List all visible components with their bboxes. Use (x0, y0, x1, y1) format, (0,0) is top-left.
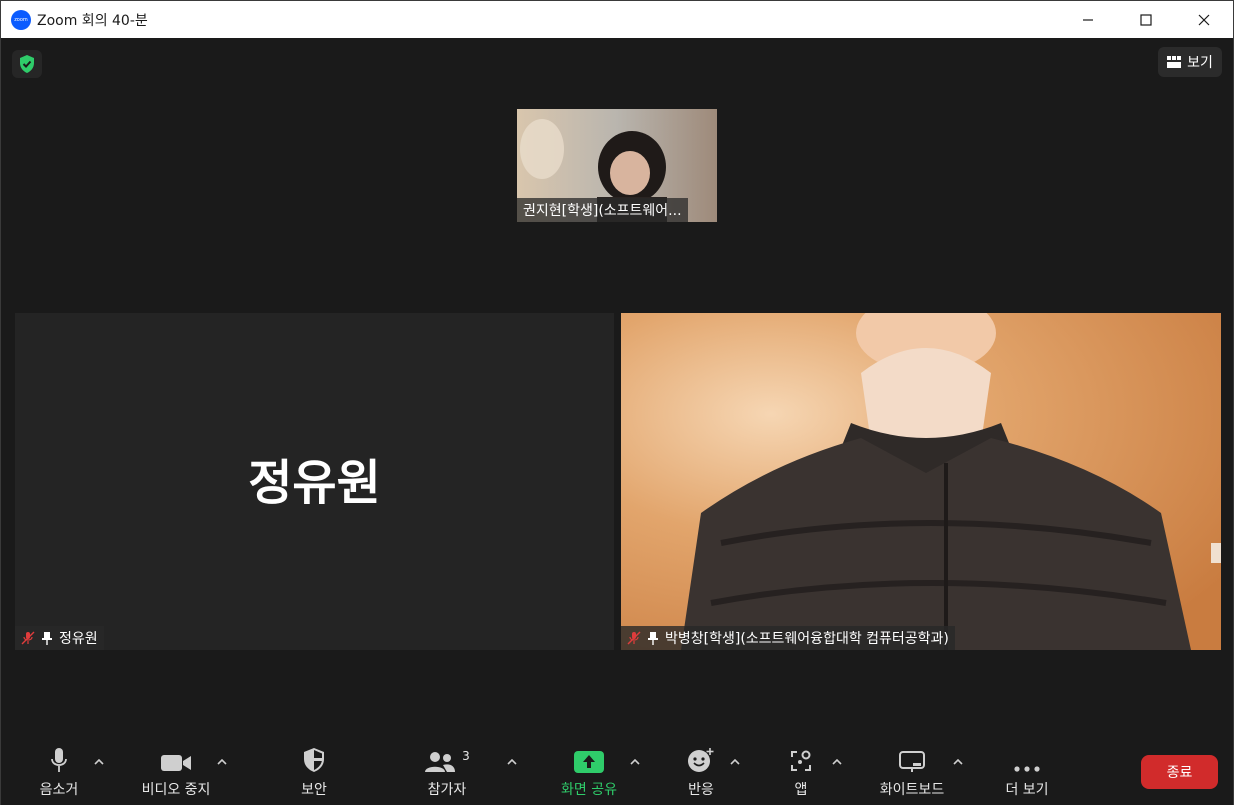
apps-button[interactable]: 앱 (781, 743, 821, 805)
view-button-label: 보기 (1187, 55, 1213, 71)
mic-muted-icon (21, 631, 35, 645)
chevron-up-icon (832, 759, 842, 765)
shield-icon (304, 748, 324, 772)
chevron-up-icon (217, 759, 227, 765)
participant-video (621, 313, 1221, 650)
chevron-up-icon (630, 759, 640, 765)
stop-video-button[interactable]: 비디오 중지 (131, 743, 221, 805)
participant-tile-left[interactable]: 정유원 정유원 (15, 313, 614, 650)
grid-icon (1167, 56, 1182, 68)
share-options-caret[interactable] (628, 755, 642, 769)
reactions-options-caret[interactable] (728, 755, 742, 769)
minimize-icon (1083, 18, 1093, 21)
meeting-security-indicator[interactable] (12, 50, 42, 78)
end-meeting-button[interactable]: 종료 (1141, 755, 1218, 789)
participants-options-caret[interactable] (505, 755, 519, 769)
meeting-toolbar: 음소거 비디오 중지 보안 3 참가자 화면 공유 반응 앱 화이트보드 더 보… (1, 743, 1233, 805)
participant-tile-right[interactable]: 박병창[학생](소프트웨어융합대학 컴퓨터공학과) (621, 313, 1221, 650)
security-label: 보안 (301, 782, 327, 798)
apps-options-caret[interactable] (830, 755, 844, 769)
shield-check-icon (20, 55, 34, 73)
chevron-up-icon (507, 759, 517, 765)
maximize-icon (1140, 13, 1152, 26)
audio-options-caret[interactable] (92, 755, 106, 769)
close-icon (1198, 14, 1210, 25)
mic-muted-icon (627, 631, 641, 645)
thumbnail-name-label: 권지현[학생](소프트웨어... (517, 198, 688, 222)
view-button[interactable]: 보기 (1158, 47, 1222, 77)
whiteboard-label: 화이트보드 (879, 782, 945, 798)
chevron-up-icon (953, 759, 963, 765)
zoom-logo-text: zoom (14, 16, 28, 23)
chevron-up-icon (730, 759, 740, 765)
minimize-button[interactable] (1059, 1, 1117, 38)
pin-icon (42, 632, 52, 645)
apps-icon (791, 750, 811, 771)
title-bar: zoom Zoom 회의 40-분 (1, 1, 1233, 38)
participant-name-label: 정유원 (59, 631, 98, 647)
participant-name-label: 박병창[학생](소프트웨어융합대학 컴퓨터공학과) (665, 631, 949, 647)
whiteboard-button[interactable]: 화이트보드 (869, 743, 955, 805)
participants-button[interactable]: 3 참가자 (415, 743, 479, 805)
window-controls (1059, 1, 1233, 38)
participant-name-tag: 박병창[학생](소프트웨어융합대학 컴퓨터공학과) (621, 626, 955, 650)
share-label: 화면 공유 (561, 782, 617, 798)
whiteboard-icon (899, 751, 925, 772)
zoom-logo-icon: zoom (11, 9, 31, 30)
more-dots-icon (1014, 766, 1040, 772)
participant-display-name: 정유원 (248, 454, 381, 511)
participant-name-tag: 정유원 (15, 626, 104, 650)
apps-label: 앱 (794, 782, 808, 798)
mute-button[interactable]: 음소거 (29, 743, 89, 805)
meeting-area: 보기 권지현[학생](소프트웨어... 정유원 정유원 박병창[학생](소프트웨… (1, 38, 1233, 805)
participants-label: 참가자 (427, 782, 467, 798)
chevron-up-icon (94, 759, 104, 765)
reactions-button[interactable]: 반응 (677, 743, 725, 805)
zoom-window: zoom Zoom 회의 40-분 보기 권지현[학생](소프트웨어... 정유… (0, 0, 1234, 805)
more-label: 더 보기 (1005, 782, 1049, 798)
emoji-reaction-icon (688, 748, 714, 772)
security-button[interactable]: 보안 (284, 743, 344, 805)
mute-label: 음소거 (39, 782, 79, 798)
participant-thumbnail[interactable]: 권지현[학생](소프트웨어... (517, 109, 717, 222)
video-options-caret[interactable] (215, 755, 229, 769)
window-title: Zoom 회의 40-분 (37, 12, 148, 29)
reactions-label: 반응 (688, 782, 714, 798)
video-label: 비디오 중지 (141, 782, 211, 798)
share-screen-button[interactable]: 화면 공유 (552, 743, 626, 805)
more-button[interactable]: 더 보기 (997, 743, 1057, 805)
participants-count: 3 (462, 749, 470, 763)
video-camera-icon (161, 755, 191, 771)
microphone-icon (51, 748, 67, 772)
pin-icon (648, 632, 658, 645)
participants-icon (425, 752, 456, 772)
share-screen-icon (574, 751, 604, 773)
whiteboard-options-caret[interactable] (951, 755, 965, 769)
close-button[interactable] (1175, 1, 1233, 38)
maximize-button[interactable] (1117, 1, 1175, 38)
